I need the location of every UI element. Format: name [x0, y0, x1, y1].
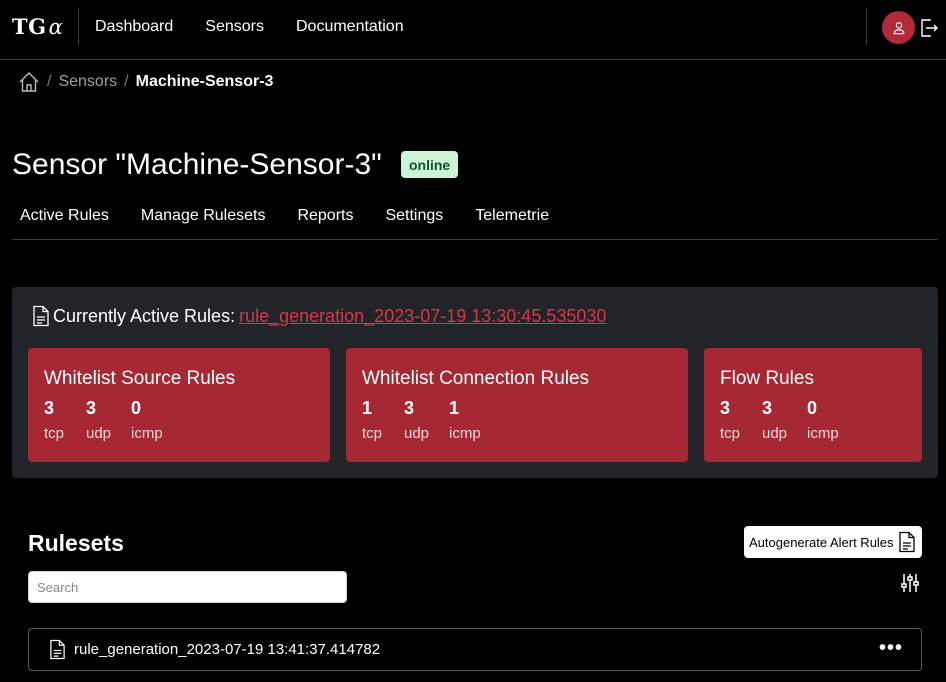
brand-suffix: α — [48, 15, 64, 39]
stat-value: 0 — [131, 398, 142, 418]
stat-value: 3 — [86, 398, 97, 418]
logout-icon[interactable] — [920, 18, 938, 38]
status-badge: online — [401, 151, 459, 178]
stat-udp: 3 udp — [404, 398, 431, 442]
rule-card-stats: 3 tcp 3 udp 0 icmp — [720, 398, 857, 442]
document-icon — [33, 305, 49, 327]
breadcrumb-current: Machine-Sensor-3 — [135, 73, 274, 90]
nav-dashboard-link[interactable]: Dashboard — [95, 18, 173, 36]
tab-telemetrie[interactable]: Telemetrie — [467, 205, 565, 239]
nav-sensors-link[interactable]: Sensors — [205, 18, 264, 36]
stat-tcp: 3 tcp — [44, 398, 68, 442]
rule-card-flow[interactable]: Flow Rules 3 tcp 3 udp 0 icmp — [704, 348, 922, 462]
stat-value: 3 — [720, 398, 731, 418]
stat-tcp: 3 tcp — [720, 398, 744, 442]
stat-label: udp — [86, 425, 112, 442]
stat-value: 1 — [362, 398, 373, 418]
active-ruleset-link[interactable]: rule_generation_2023-07-19 13:30:45.5350… — [239, 306, 606, 327]
stat-udp: 3 udp — [762, 398, 789, 442]
breadcrumb-separator: / — [47, 73, 52, 90]
stat-icmp: 0 icmp — [131, 398, 163, 442]
rule-card-title: Flow Rules — [720, 368, 814, 389]
stat-icmp: 0 icmp — [807, 398, 839, 442]
stat-label: tcp — [44, 425, 65, 442]
user-avatar-button[interactable] — [882, 11, 915, 44]
stat-value: 1 — [449, 398, 460, 418]
filter-sliders-icon[interactable] — [900, 573, 920, 593]
tab-settings[interactable]: Settings — [377, 205, 459, 239]
stat-value: 3 — [762, 398, 773, 418]
stat-value: 3 — [44, 398, 55, 418]
brand-text: TG — [12, 14, 47, 39]
nav-links: Dashboard Sensors Documentation — [95, 18, 404, 36]
rulesets-search-input[interactable] — [28, 571, 347, 603]
stat-icmp: 1 icmp — [449, 398, 481, 442]
nav-divider-right — [866, 8, 867, 46]
nav-divider — [78, 8, 79, 46]
stat-tcp: 1 tcp — [362, 398, 386, 442]
stat-label: icmp — [131, 425, 163, 442]
rule-card-title: Whitelist Source Rules — [44, 368, 236, 389]
tab-active-rules[interactable]: Active Rules — [12, 205, 125, 239]
active-rules-panel: Currently Active Rules: rule_generation_… — [12, 287, 938, 478]
rule-card-whitelist-connection[interactable]: Whitelist Connection Rules 1 tcp 3 udp 1 ic… — [346, 348, 688, 462]
nav-documentation-link[interactable]: Documentation — [296, 18, 404, 36]
autogenerate-label: Autogenerate Alert Rules — [749, 534, 894, 550]
rule-card-whitelist-source[interactable]: Whitelist Source Rules 3 tcp 3 udp 0 icmp — [28, 348, 330, 462]
more-options-icon[interactable]: ••• — [879, 638, 903, 658]
stat-label: udp — [404, 425, 430, 442]
rule-card-stats: 1 tcp 3 udp 1 icmp — [362, 398, 499, 442]
rule-card-title: Whitelist Connection Rules — [362, 368, 590, 389]
stat-label: tcp — [720, 425, 741, 442]
stat-value: 0 — [807, 398, 818, 418]
home-icon[interactable] — [18, 71, 40, 93]
tab-manage-rulesets[interactable]: Manage Rulesets — [133, 205, 282, 239]
active-rules-label: Currently Active Rules: — [53, 305, 236, 326]
page-title: Sensor "Machine-Sensor-3" — [12, 148, 382, 181]
brand-logo[interactable]: TGα — [12, 14, 63, 39]
breadcrumb-sensors-link[interactable]: Sensors — [58, 73, 117, 91]
active-rules-header: Currently Active Rules: rule_generation_… — [31, 305, 606, 327]
stat-value: 3 — [404, 398, 415, 418]
stat-udp: 3 udp — [86, 398, 113, 442]
stat-label: udp — [762, 425, 788, 442]
autogenerate-alert-rules-button[interactable]: Autogenerate Alert Rules — [744, 526, 922, 558]
tab-bar: Active Rules Manage Rulesets Reports Set… — [12, 205, 938, 240]
breadcrumb: / Sensors / Machine-Sensor-3 — [18, 71, 273, 93]
document-icon — [898, 531, 915, 553]
document-icon — [50, 639, 65, 660]
top-navbar: TGα Dashboard Sensors Documentation — [0, 0, 946, 60]
breadcrumb-separator: / — [124, 73, 129, 90]
rule-card-stats: 3 tcp 3 udp 0 icmp — [44, 398, 181, 442]
stat-label: icmp — [807, 425, 839, 442]
user-icon — [893, 21, 904, 34]
stat-label: tcp — [362, 425, 383, 442]
ruleset-list-item[interactable]: rule_generation_2023-07-19 13:41:37.4147… — [28, 628, 922, 671]
rulesets-title: Rulesets — [28, 530, 124, 556]
ruleset-name: rule_generation_2023-07-19 13:41:37.4147… — [74, 641, 381, 658]
stat-label: icmp — [449, 425, 481, 442]
tab-reports[interactable]: Reports — [289, 205, 369, 239]
